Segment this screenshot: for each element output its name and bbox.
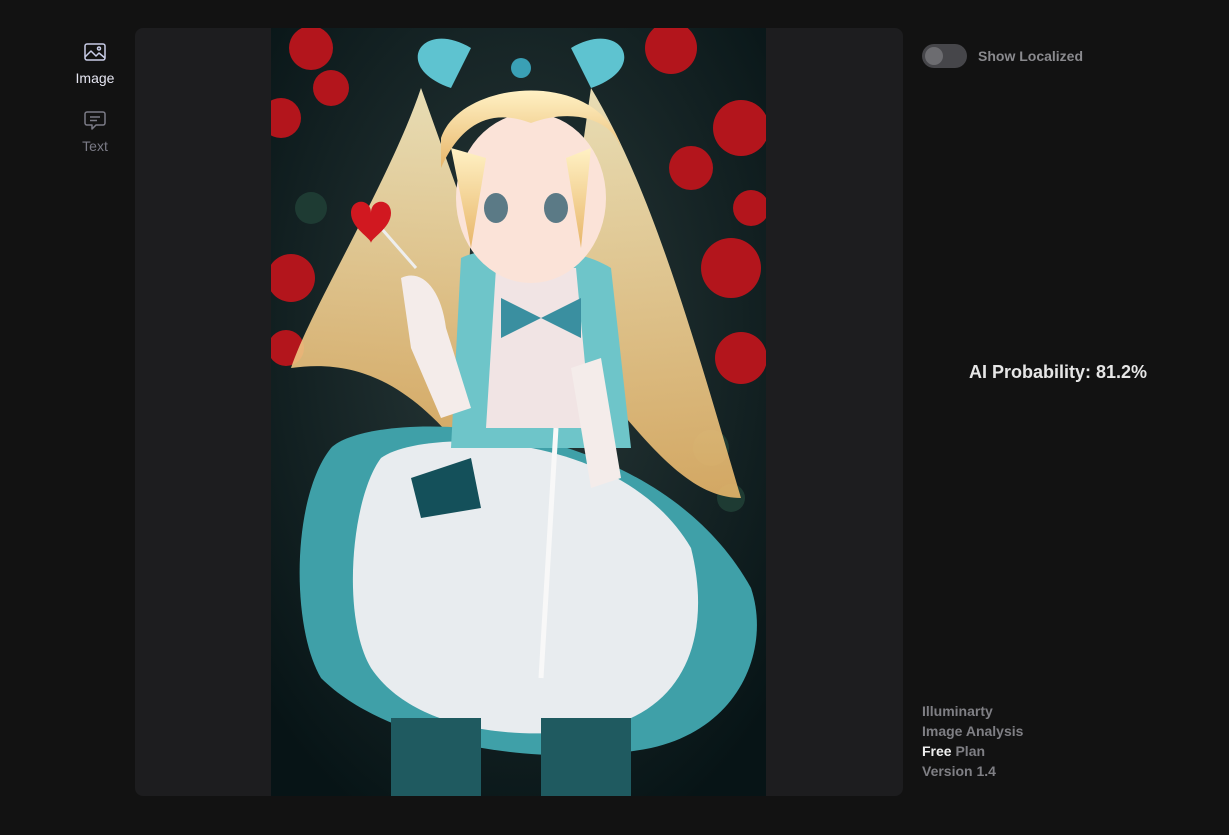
nav-item-image[interactable]: Image: [55, 40, 135, 86]
chat-text-icon: [83, 108, 107, 132]
nav-item-label: Image: [75, 70, 115, 86]
ai-probability-result: AI Probability: 81.2%: [968, 362, 1148, 382]
plan-name: Free: [922, 743, 952, 759]
footer-info: Illuminarty Image Analysis Free Plan Ver…: [922, 701, 1023, 781]
toggle-knob: [925, 47, 943, 65]
version-label: Version 1.4: [922, 763, 996, 779]
nav-item-label: Text: [82, 138, 108, 154]
brand-name: Illuminarty: [922, 703, 993, 719]
plan-info: Free Plan: [922, 741, 1023, 761]
toggle-switch[interactable]: [922, 44, 967, 68]
image-icon: [83, 40, 107, 64]
show-localized-toggle[interactable]: Show Localized: [922, 44, 1083, 68]
product-name: Image Analysis: [922, 723, 1024, 739]
sidebar-nav: Image Text: [55, 40, 135, 176]
image-viewer: [135, 28, 903, 796]
plan-suffix: Plan: [955, 743, 986, 759]
show-localized-label: Show Localized: [978, 48, 1084, 64]
nav-item-text[interactable]: Text: [55, 108, 135, 154]
analyzed-image: [271, 28, 766, 796]
